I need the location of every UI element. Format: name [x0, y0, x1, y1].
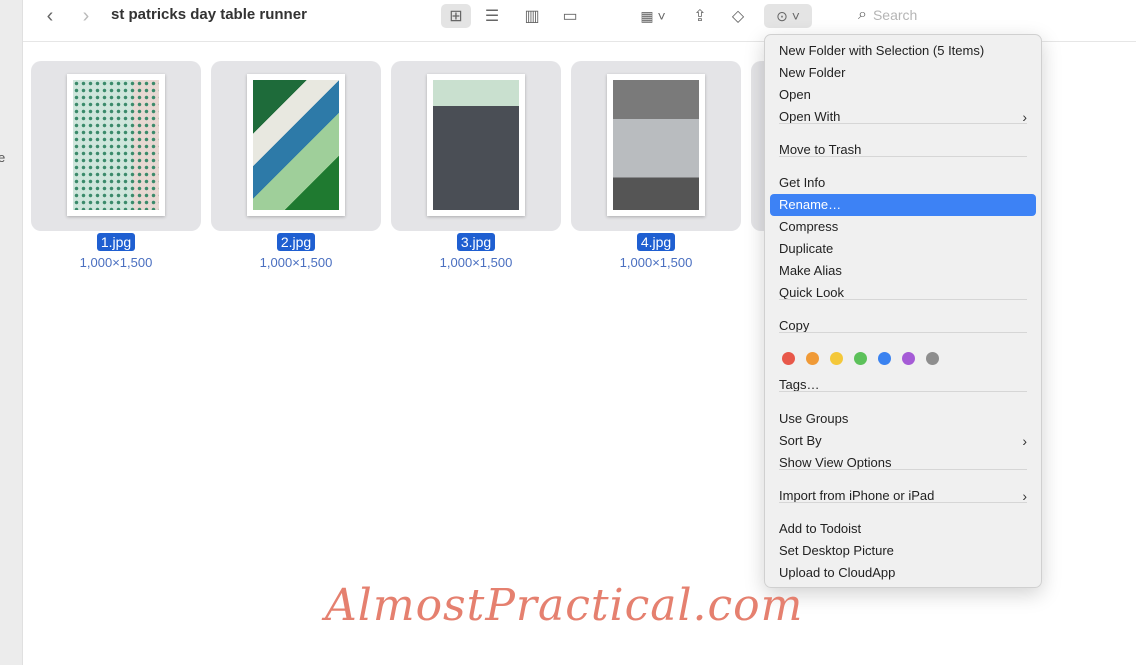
search-field[interactable]: ⌕ Search: [858, 6, 917, 24]
menu-separator: [779, 502, 1027, 503]
file-item[interactable]: 2.jpg 1,000×1,500: [211, 61, 381, 270]
menu-item-compress[interactable]: Compress: [770, 216, 1036, 238]
tag-colors: [782, 352, 939, 365]
menu-item-label: Move to Trash: [779, 142, 862, 157]
menu-item-copy[interactable]: Copy: [770, 315, 1036, 337]
menu-item-label: Get Info: [779, 175, 826, 190]
window-title: st patricks day table runner: [111, 6, 307, 23]
file-dimensions: 1,000×1,500: [619, 255, 693, 270]
menu-item-sort-by[interactable]: Sort By ›: [770, 430, 1036, 452]
share-icon[interactable]: ⇪: [688, 4, 712, 28]
search-icon: ⌕: [858, 6, 867, 23]
icon-view-icon[interactable]: ⊞: [441, 4, 471, 28]
menu-item-label: Sort By: [779, 433, 822, 448]
menu-item-duplicate[interactable]: Duplicate: [770, 238, 1036, 260]
menu-item-upload-to-cloudapp[interactable]: Upload to CloudApp: [770, 562, 1036, 584]
menu-item-label: Tags…: [779, 377, 820, 392]
file-dimensions: 1,000×1,500: [439, 255, 513, 270]
search-placeholder: Search: [872, 7, 918, 23]
more-actions-icon[interactable]: ⊙ ˅: [764, 4, 812, 28]
menu-item-move-to-trash[interactable]: Move to Trash: [770, 139, 1036, 161]
list-view-icon[interactable]: ☰: [479, 4, 505, 28]
column-view-icon[interactable]: ▥: [519, 4, 545, 28]
tag-icon[interactable]: ◇: [726, 4, 750, 28]
menu-item-new-folder-with-selection-5-items[interactable]: New Folder with Selection (5 Items): [770, 40, 1036, 62]
menu-separator: [779, 123, 1027, 124]
tag-color-dot[interactable]: [926, 352, 939, 365]
menu-item-tags[interactable]: Tags…: [770, 374, 1036, 396]
gallery-view-icon[interactable]: ▭: [557, 4, 583, 28]
menu-item-label: Duplicate: [779, 241, 834, 256]
file-dimensions: 1,000×1,500: [259, 255, 333, 270]
sidebar-partial-text: e: [0, 150, 6, 165]
menu-item-make-alias[interactable]: Make Alias: [770, 260, 1036, 282]
menu-item-label: New Folder: [779, 65, 846, 80]
menu-separator: [779, 299, 1027, 300]
file-name: 4.jpg: [636, 233, 676, 251]
menu-item-quick-look[interactable]: Quick Look: [770, 282, 1036, 304]
file-name: 2.jpg: [276, 233, 316, 251]
menu-separator: [779, 156, 1027, 157]
menu-item-open[interactable]: Open: [770, 84, 1036, 106]
menu-item-label: Compress: [779, 219, 839, 234]
chevron-right-icon[interactable]: ›: [75, 4, 97, 28]
chevron-right-icon: ›: [1022, 109, 1027, 125]
menu-item-label: Rename…: [779, 197, 842, 212]
menu-item-label: Import from iPhone or iPad: [779, 488, 935, 503]
file-dimensions: 1,000×1,500: [79, 255, 153, 270]
menu-item-set-desktop-picture[interactable]: Set Desktop Picture: [770, 540, 1036, 562]
thumbnail: [211, 61, 381, 231]
file-item[interactable]: 1.jpg 1,000×1,500: [31, 61, 201, 270]
menu-separator: [779, 469, 1027, 470]
chevron-right-icon: ›: [1022, 488, 1027, 504]
menu-item-import-from-iphone-or-ipad[interactable]: Import from iPhone or iPad ›: [770, 485, 1036, 507]
menu-item-label: Quick Look: [779, 285, 845, 300]
tag-color-dot[interactable]: [854, 352, 867, 365]
menu-item-label: Open With: [779, 109, 841, 124]
thumbnail: [571, 61, 741, 231]
thumbnail: [31, 61, 201, 231]
menu-item-label: Open: [779, 87, 811, 102]
tag-color-dot[interactable]: [902, 352, 915, 365]
menu-separator: [779, 332, 1027, 333]
context-menu: New Folder with Selection (5 Items) New F…: [764, 34, 1042, 588]
menu-item-new-folder[interactable]: New Folder: [770, 62, 1036, 84]
menu-item-label: Use Groups: [779, 411, 849, 426]
menu-item-label: New Folder with Selection (5 Items): [779, 43, 985, 58]
menu-item-label: Make Alias: [779, 263, 842, 278]
chevron-left-icon[interactable]: ‹: [39, 4, 61, 28]
sidebar: e: [0, 0, 23, 665]
menu-separator: [779, 391, 1027, 392]
menu-item-open-with[interactable]: Open With ›: [770, 106, 1036, 128]
tag-color-dot[interactable]: [782, 352, 795, 365]
watermark: AlmostPractical.com: [325, 580, 804, 631]
file-item[interactable]: 3.jpg 1,000×1,500: [391, 61, 561, 270]
menu-item-label: Set Desktop Picture: [779, 543, 894, 558]
menu-item-use-groups[interactable]: Use Groups: [770, 408, 1036, 430]
menu-item-label: Add to Todoist: [779, 521, 862, 536]
group-icon[interactable]: ▦ ˅: [633, 4, 673, 28]
menu-item-label: Upload to CloudApp: [779, 565, 896, 580]
thumbnail: [391, 61, 561, 231]
menu-item-add-to-todoist[interactable]: Add to Todoist: [770, 518, 1036, 540]
menu-item-label: Copy: [779, 318, 810, 333]
file-name: 3.jpg: [456, 233, 496, 251]
chevron-right-icon: ›: [1022, 433, 1027, 449]
file-name: 1.jpg: [96, 233, 136, 251]
menu-item-rename[interactable]: Rename…: [770, 194, 1036, 216]
tag-color-dot[interactable]: [806, 352, 819, 365]
tag-color-dot[interactable]: [878, 352, 891, 365]
menu-item-label: Show View Options: [779, 455, 892, 470]
file-item[interactable]: 4.jpg 1,000×1,500: [571, 61, 741, 270]
menu-item-show-view-options[interactable]: Show View Options: [770, 452, 1036, 474]
menu-item-get-info[interactable]: Get Info: [770, 172, 1036, 194]
tag-color-dot[interactable]: [830, 352, 843, 365]
